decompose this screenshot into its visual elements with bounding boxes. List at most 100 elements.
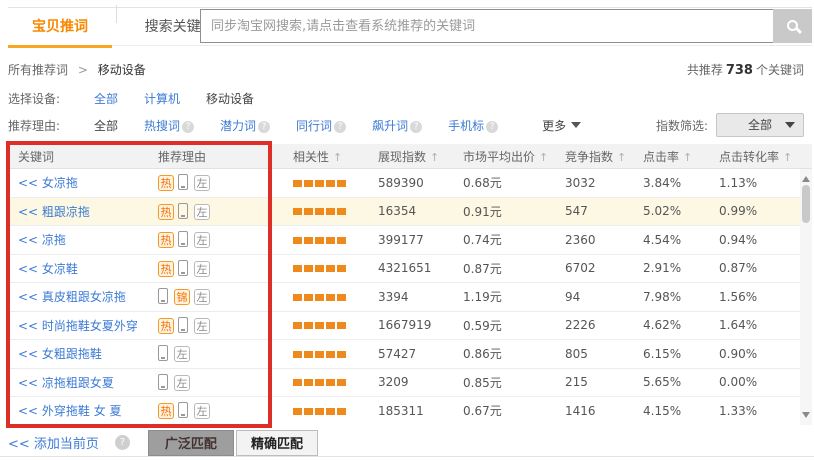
relevance-bar-segment <box>304 322 313 329</box>
index-filter-group: 指数筛选: 全部 <box>656 113 804 137</box>
keyword-link[interactable]: << 外穿拖鞋 女 夏 <box>18 404 122 418</box>
sort-arrow-icon[interactable]: ↑ <box>783 151 792 164</box>
left-badge: 左 <box>194 175 210 191</box>
relevance-bar-segment <box>337 265 346 272</box>
scroll-up-icon[interactable] <box>802 172 810 182</box>
help-icon[interactable]: ? <box>410 121 422 133</box>
help-icon[interactable]: ? <box>182 121 194 133</box>
search-button[interactable] <box>773 9 812 43</box>
sort-arrow-icon[interactable]: ↑ <box>539 151 548 164</box>
hot-badge: 热 <box>158 232 174 248</box>
cell-impressions: 4321651 <box>378 261 463 275</box>
cell-ctr: 7.98% <box>643 290 719 304</box>
table-scrollbar[interactable] <box>800 169 812 425</box>
keyword-link[interactable]: << 女凉鞋 <box>18 262 78 276</box>
badge-group: 锦左 <box>158 288 293 305</box>
relevance-bar-segment <box>337 408 346 415</box>
sort-arrow-icon[interactable]: ↑ <box>683 151 692 164</box>
summary-suffix: 个关键词 <box>756 63 804 77</box>
relevance-bar-segment <box>293 237 302 244</box>
filter-option[interactable]: 飙升词? <box>372 119 422 133</box>
keyword-link[interactable]: << 凉拖 <box>18 233 66 247</box>
column-header[interactable]: 市场平均出价↑ <box>463 148 565 165</box>
hot-badge: 热 <box>158 403 174 419</box>
column-header[interactable]: 点击率↑ <box>643 148 719 165</box>
keyword-count-summary: 共推荐738个关键词 <box>687 61 804 78</box>
cell-cvr: 0.90% <box>719 347 812 361</box>
keyword-link[interactable]: << 粗跟凉拖 <box>18 205 90 219</box>
index-filter-select[interactable]: 全部 <box>716 113 804 137</box>
bottom-divider <box>0 456 814 457</box>
exact-match-button[interactable]: 精确匹配 <box>236 430 318 456</box>
cell-avg-price: 0.85元 <box>463 374 565 391</box>
relevance-bar-segment <box>315 379 324 386</box>
column-header[interactable]: 点击转化率↑ <box>719 148 812 165</box>
left-badge: 左 <box>194 403 210 419</box>
column-header[interactable]: 竞争指数↑ <box>565 148 643 165</box>
cell-cvr: 0.00% <box>719 375 812 389</box>
filter-option[interactable]: 潜力词? <box>220 119 270 133</box>
relevance-bar-segment <box>293 408 302 415</box>
cell-avg-price: 0.59元 <box>463 317 565 334</box>
scrollbar-thumb[interactable] <box>802 185 810 223</box>
cell-impressions: 57427 <box>378 347 463 361</box>
sort-arrow-icon[interactable]: ↑ <box>333 151 342 164</box>
breadcrumb-row: 所有推荐词 > 移动设备 共推荐738个关键词 <box>8 58 804 80</box>
relevance-bars <box>293 318 378 332</box>
reason-filter-label: 推荐理由: <box>8 117 94 134</box>
help-icon[interactable]: ? <box>486 121 498 133</box>
keyword-link[interactable]: << 真皮粗跟女凉拖 <box>18 290 126 304</box>
help-icon[interactable]: ? <box>258 121 270 133</box>
cell-cvr: 1.33% <box>719 404 812 418</box>
relevance-bar-segment <box>337 322 346 329</box>
table-row: << 粗跟凉拖 热左 16354 0.91元 547 5.02% 0.99% <box>8 198 812 227</box>
cell-competition: 2226 <box>565 318 643 332</box>
relevance-bar-segment <box>326 294 335 301</box>
reason-options: 全部 热搜词? 潜力词? 同行词? 飙升词? 手机标? <box>94 117 524 134</box>
filter-option[interactable]: 全部 <box>94 119 118 133</box>
keyword-tool-page: 宝贝推词 搜索关键词 所有推荐词 > 移动设备 共推荐738个关键词 选择设备:… <box>0 0 814 460</box>
table-row: << 外穿拖鞋 女 夏 热左 185311 0.67元 1416 4.15% 1… <box>8 397 812 425</box>
broad-match-button[interactable]: 广泛匹配 <box>148 430 234 456</box>
hot-badge: 热 <box>158 261 174 277</box>
keyword-link[interactable]: << 女凉拖 <box>18 176 78 190</box>
relevance-bar-segment <box>326 351 335 358</box>
filter-option[interactable]: 手机标? <box>448 119 498 133</box>
cell-impressions: 16354 <box>378 204 463 218</box>
relevance-bar-segment <box>304 265 313 272</box>
relevance-bar-segment <box>337 294 346 301</box>
filter-option[interactable]: 同行词? <box>296 119 346 133</box>
help-icon[interactable]: ? <box>334 121 346 133</box>
cell-avg-price: 0.68元 <box>463 174 565 191</box>
sort-arrow-icon[interactable]: ↑ <box>617 151 626 164</box>
keyword-link[interactable]: << 凉拖粗跟女夏 <box>18 376 114 390</box>
keyword-link[interactable]: << 时尚拖鞋女夏外穿 <box>18 319 138 333</box>
breadcrumb-separator: > <box>78 63 88 77</box>
table-row: << 真皮粗跟女凉拖 锦左 3394 1.19元 94 7.98% 1.56% <box>8 283 812 312</box>
scroll-down-icon[interactable] <box>802 412 810 422</box>
relevance-bar-segment <box>326 237 335 244</box>
filter-option[interactable]: 移动设备 <box>206 92 254 106</box>
more-button[interactable]: 更多 <box>542 117 581 134</box>
filter-option[interactable]: 全部 <box>94 92 118 106</box>
column-header[interactable]: 展现指数↑ <box>378 148 463 165</box>
filter-option[interactable]: 计算机 <box>144 92 180 106</box>
search-input[interactable] <box>200 9 775 43</box>
column-header[interactable]: 相关性↑ <box>293 148 378 165</box>
add-current-page-link[interactable]: << 添加当前页 <box>8 433 99 452</box>
cell-avg-price: 0.74元 <box>463 231 565 248</box>
left-badge: 左 <box>194 261 210 277</box>
tab-item-recommend[interactable]: 宝贝推词 <box>8 8 112 46</box>
filter-option[interactable]: 热搜词? <box>144 119 194 133</box>
relevance-bar-segment <box>315 351 324 358</box>
table-row: << 女凉拖 热左 589390 0.68元 3032 3.84% 1.13% <box>8 169 812 198</box>
keyword-link[interactable]: << 女粗跟拖鞋 <box>18 347 102 361</box>
table-body: << 女凉拖 热左 589390 0.68元 3032 3.84% 1.13% … <box>8 169 812 425</box>
keyword-table: 关键词推荐理由相关性↑展现指数↑市场平均出价↑竞争指数↑点击率↑点击转化率↑ <… <box>8 144 812 425</box>
help-icon[interactable]: ? <box>115 435 130 450</box>
sort-arrow-icon[interactable]: ↑ <box>430 151 439 164</box>
breadcrumb-root[interactable]: 所有推荐词 <box>8 63 68 77</box>
relevance-bar-segment <box>304 408 313 415</box>
cell-ctr: 6.15% <box>643 347 719 361</box>
summary-prefix: 共推荐 <box>687 63 723 77</box>
